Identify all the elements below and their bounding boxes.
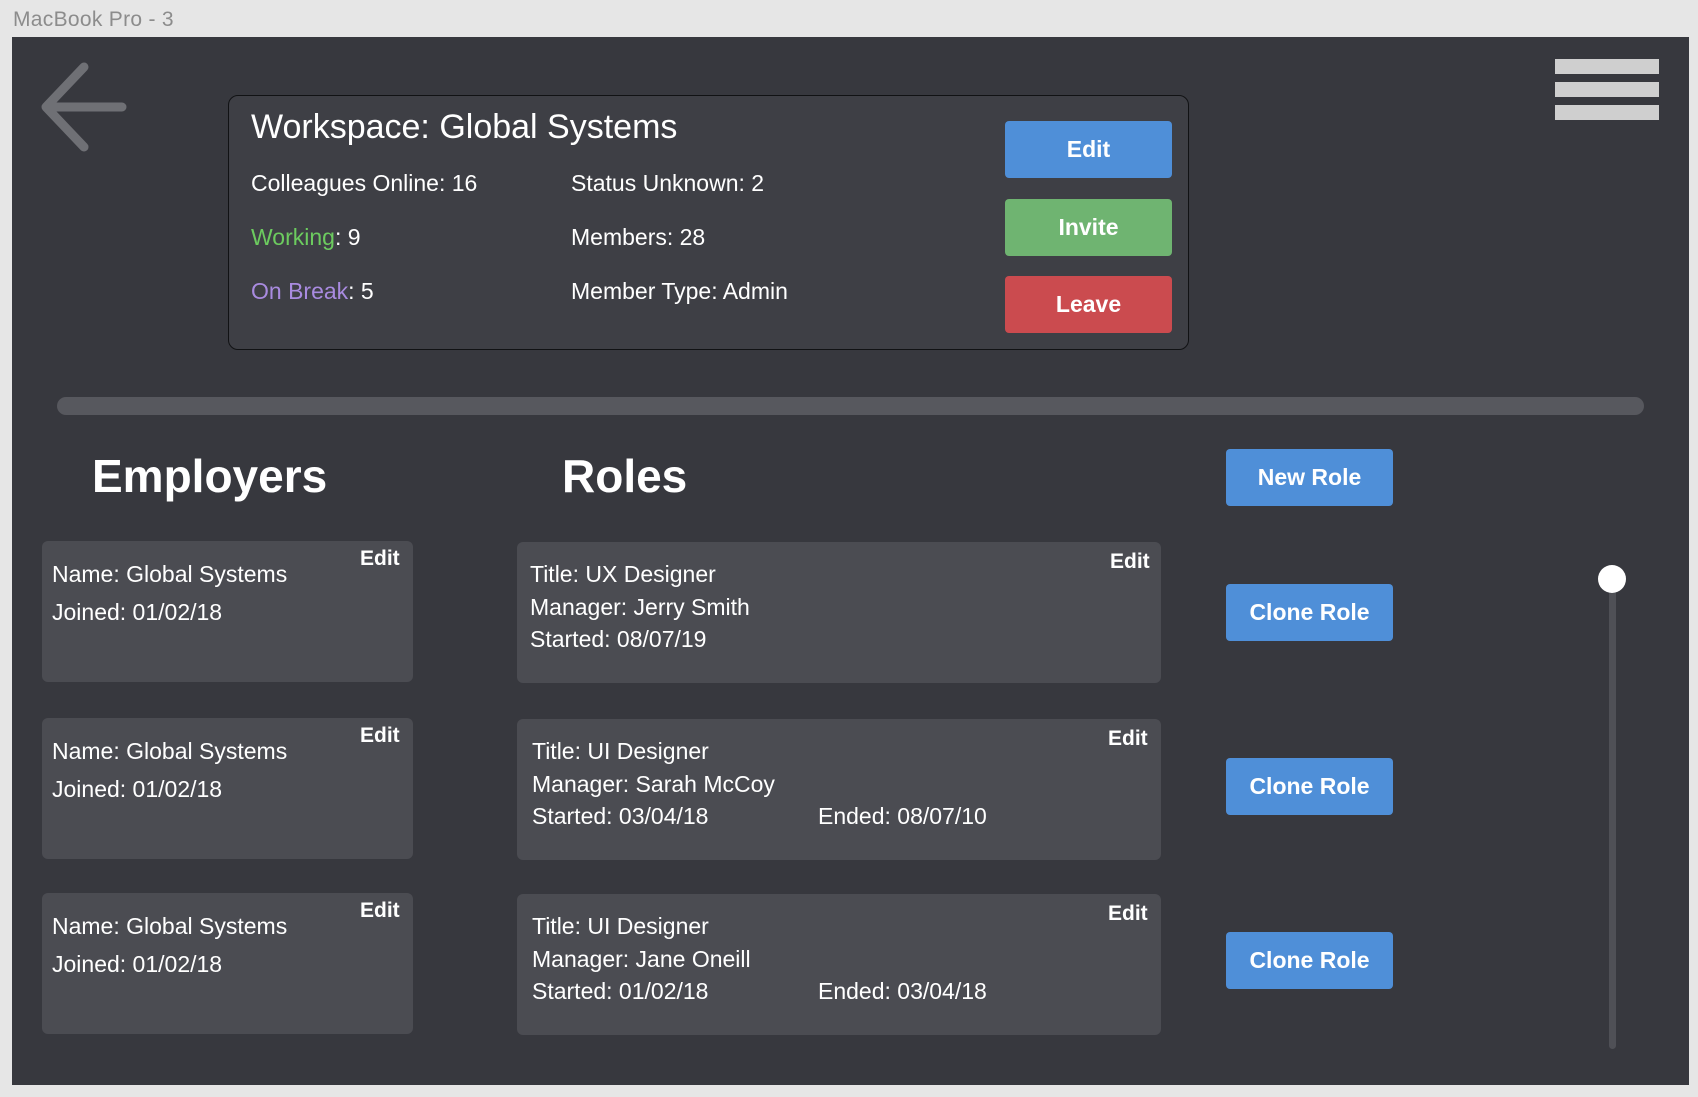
workspace-card: Workspace: Global Systems Colleagues Onl… <box>228 95 1189 350</box>
role-card[interactable]: Edit Title: UI Designer Manager: Jane On… <box>517 894 1161 1035</box>
frame-title: MacBook Pro - 3 <box>13 8 174 31</box>
edit-role-link[interactable]: Edit <box>1110 550 1150 574</box>
clone-role-button[interactable]: Clone Role <box>1226 932 1393 989</box>
role-title: Title: UX Designer <box>530 561 716 587</box>
colleagues-online: Colleagues Online: 16 <box>251 170 478 196</box>
role-started: Started: 08/07/19 <box>530 626 707 652</box>
employer-name: Name: Global Systems <box>52 738 288 764</box>
working-count: Working: 9 <box>251 224 361 251</box>
employer-name: Name: Global Systems <box>52 561 288 587</box>
invite-button[interactable]: Invite <box>1005 199 1172 256</box>
on-break-value: : 5 <box>348 278 374 304</box>
scrollbar-track[interactable] <box>1609 579 1616 1049</box>
role-manager: Manager: Jerry Smith <box>530 594 750 620</box>
leave-button[interactable]: Leave <box>1005 276 1172 333</box>
on-break-count: On Break: 5 <box>251 278 374 305</box>
workspace-title: Workspace: Global Systems <box>251 108 678 146</box>
role-started: Started: 01/02/18 <box>532 978 709 1004</box>
edit-role-link[interactable]: Edit <box>1108 727 1148 751</box>
role-title: Title: UI Designer <box>532 913 709 939</box>
edit-employer-link[interactable]: Edit <box>360 724 400 748</box>
employer-card[interactable]: Edit Name: Global Systems Joined: 01/02/… <box>42 541 413 682</box>
working-label: Working <box>251 224 335 250</box>
back-arrow-icon[interactable] <box>38 61 128 161</box>
employer-name: Name: Global Systems <box>52 913 288 939</box>
hamburger-menu-icon[interactable] <box>1555 59 1659 121</box>
role-card[interactable]: Edit Title: UX Designer Manager: Jerry S… <box>517 542 1161 683</box>
role-started: Started: 03/04/18 <box>532 803 709 829</box>
role-manager: Manager: Jane Oneill <box>532 946 751 972</box>
clone-role-button[interactable]: Clone Role <box>1226 584 1393 641</box>
status-unknown: Status Unknown: 2 <box>571 170 765 196</box>
app-canvas: Workspace: Global Systems Colleagues Onl… <box>12 37 1689 1085</box>
employer-joined: Joined: 01/02/18 <box>52 599 223 625</box>
employer-card[interactable]: Edit Name: Global Systems Joined: 01/02/… <box>42 893 413 1034</box>
edit-employer-link[interactable]: Edit <box>360 899 400 923</box>
role-ended: Ended: 03/04/18 <box>818 978 987 1004</box>
role-manager: Manager: Sarah McCoy <box>532 771 775 797</box>
section-divider <box>57 397 1644 415</box>
working-value: : 9 <box>334 224 361 250</box>
menu-bar <box>1555 105 1659 120</box>
role-ended: Ended: 08/07/10 <box>818 803 987 829</box>
employers-heading: Employers <box>92 450 328 502</box>
menu-bar <box>1555 82 1659 97</box>
edit-employer-link[interactable]: Edit <box>360 547 400 571</box>
employer-card[interactable]: Edit Name: Global Systems Joined: 01/02/… <box>42 718 413 859</box>
edit-role-link[interactable]: Edit <box>1108 902 1148 926</box>
roles-heading: Roles <box>562 450 688 502</box>
employer-joined: Joined: 01/02/18 <box>52 951 223 977</box>
scrollbar-thumb[interactable] <box>1598 565 1626 593</box>
employer-joined: Joined: 01/02/18 <box>52 776 223 802</box>
members-count: Members: 28 <box>571 224 706 250</box>
clone-role-button[interactable]: Clone Role <box>1226 758 1393 815</box>
new-role-button[interactable]: New Role <box>1226 449 1393 506</box>
edit-workspace-button[interactable]: Edit <box>1005 121 1172 178</box>
role-card[interactable]: Edit Title: UI Designer Manager: Sarah M… <box>517 719 1161 860</box>
member-type: Member Type: Admin <box>571 278 788 304</box>
on-break-label: On Break <box>251 278 349 304</box>
role-title: Title: UI Designer <box>532 738 709 764</box>
menu-bar <box>1555 59 1659 74</box>
